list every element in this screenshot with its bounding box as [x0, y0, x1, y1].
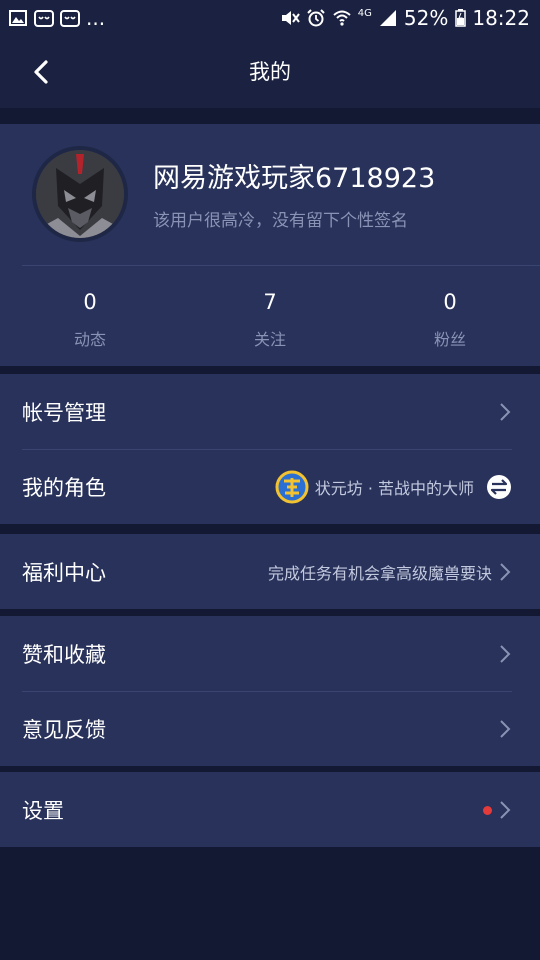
network-type: 4G: [357, 7, 372, 19]
feedback-card: 赞和收藏 意见反馈: [0, 616, 540, 766]
app-icon: [60, 9, 80, 27]
settings-card: 设置: [0, 772, 540, 847]
notification-dot: [483, 806, 492, 815]
chevron-left-icon: [34, 60, 48, 84]
chevron-right-icon: [500, 403, 511, 421]
menu-item-likes-label: 赞和收藏: [22, 642, 106, 667]
page-title: 我的: [249, 60, 291, 84]
status-bar-right: 4G 52% 18:22: [280, 6, 530, 30]
chevron-right-icon: [500, 801, 511, 819]
menu-item-welfare[interactable]: 福利中心 完成任务有机会拿高级魔兽要诀: [0, 534, 540, 609]
chevron-right-icon: [500, 720, 511, 738]
status-bar: ... 4G 52% 18:22: [0, 0, 540, 36]
role-name: 状元坊 · 苦战中的大师: [314, 478, 474, 498]
stat-posts-label: 动态: [73, 330, 106, 349]
switch-role-icon[interactable]: [486, 474, 512, 500]
app-icon: [34, 9, 54, 27]
menu-item-feedback-label: 意见反馈: [22, 717, 106, 742]
image-icon: [8, 9, 28, 27]
alarm-icon: [306, 9, 326, 27]
wifi-icon: [332, 9, 352, 27]
welfare-hint: 完成任务有机会拿高级魔兽要诀: [267, 563, 492, 583]
clock: 18:22: [472, 6, 530, 30]
divider: [22, 265, 540, 266]
stat-following[interactable]: 7 关注: [210, 290, 330, 350]
menu-item-account-label: 帐号管理: [22, 400, 106, 425]
menu-item-account[interactable]: 帐号管理: [0, 374, 540, 449]
stat-following-count: 7: [263, 290, 277, 314]
menu-item-role[interactable]: 我的角色 状元坊 · 苦战中的大师: [0, 449, 540, 524]
game-logo-icon: [275, 470, 309, 503]
menu-item-settings-label: 设置: [22, 798, 64, 823]
profile-card: 网易游戏玩家6718923 该用户很高冷，没有留下个性签名 0 动态 7 关注 …: [0, 124, 540, 366]
back-button[interactable]: [30, 56, 54, 88]
status-bar-left: ...: [8, 6, 105, 30]
chevron-right-icon: [500, 645, 511, 663]
signal-icon: [378, 9, 398, 27]
menu-item-role-label: 我的角色: [22, 475, 106, 500]
menu-item-feedback[interactable]: 意见反馈: [0, 691, 540, 766]
stat-followers-count: 0: [443, 290, 457, 314]
menu-item-likes[interactable]: 赞和收藏: [0, 616, 540, 691]
masked-warrior-avatar-icon: [36, 150, 124, 238]
battery-icon: [454, 9, 466, 27]
more-notifications: ...: [86, 6, 106, 30]
menu-item-settings[interactable]: 设置: [0, 772, 540, 847]
stat-followers-label: 粉丝: [433, 330, 466, 349]
battery-percent: 52%: [403, 6, 449, 30]
stat-posts-count: 0: [83, 290, 97, 314]
mute-icon: [280, 9, 300, 27]
stat-posts[interactable]: 0 动态: [30, 290, 150, 350]
avatar[interactable]: [32, 146, 128, 242]
account-card: 帐号管理 我的角色 状元坊 · 苦战中的大师: [0, 374, 540, 524]
menu-item-welfare-label: 福利中心: [22, 560, 106, 585]
stat-following-label: 关注: [253, 330, 286, 349]
stat-followers[interactable]: 0 粉丝: [390, 290, 510, 350]
welfare-card: 福利中心 完成任务有机会拿高级魔兽要诀: [0, 534, 540, 609]
signature: 该用户很高冷，没有留下个性签名: [153, 211, 408, 231]
chevron-right-icon: [500, 563, 511, 581]
username: 网易游戏玩家6718923: [153, 163, 436, 194]
role-summary: 状元坊 · 苦战中的大师: [275, 470, 512, 504]
title-bar: 我的: [0, 36, 540, 108]
